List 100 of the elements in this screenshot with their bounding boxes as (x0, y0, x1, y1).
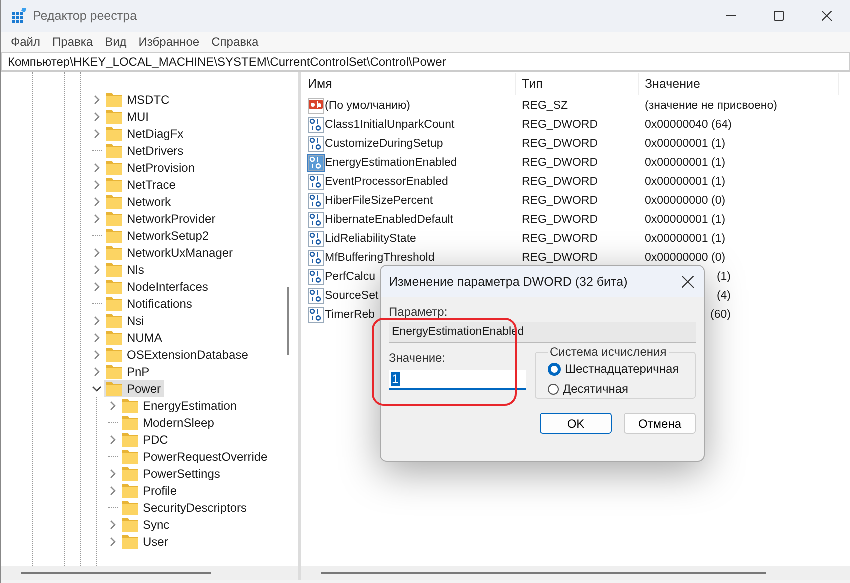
tree-item[interactable]: OSExtensionDatabase (104, 346, 252, 363)
tree-item[interactable]: NUMA (104, 329, 166, 346)
value-type: REG_DWORD (522, 118, 598, 130)
tree-item[interactable]: PDC (120, 431, 172, 448)
chevron-right-icon[interactable] (92, 316, 102, 326)
value-type: REG_DWORD (522, 232, 598, 244)
tree-item[interactable]: EnergyEstimation (120, 397, 240, 414)
dialog-title: Изменение параметра DWORD (32 бита) (389, 274, 628, 288)
radio-button[interactable] (548, 362, 561, 376)
chevron-down-icon[interactable] (92, 384, 102, 394)
value-name[interactable]: SourceSet (325, 290, 379, 302)
value-data: (1) (716, 270, 731, 282)
field-label: Параметр: (389, 305, 449, 319)
value-name[interactable]: HiberFileSizePercent (325, 194, 434, 206)
folder-icon (122, 432, 138, 446)
chevron-right-icon[interactable] (92, 180, 102, 190)
folder-icon (122, 484, 138, 498)
tree-item[interactable]: NetDiagFx (104, 125, 187, 142)
chevron-right-icon[interactable] (108, 400, 118, 410)
tree-item[interactable]: PowerSettings (120, 465, 224, 482)
tree-item[interactable]: Nls (104, 261, 148, 278)
tree-item[interactable]: NetworkProvider (104, 210, 219, 227)
menu-item[interactable]: Справка (206, 35, 265, 49)
folder-icon (106, 314, 122, 328)
menu-item[interactable]: Избранное (132, 35, 206, 49)
folder-icon (106, 382, 122, 396)
column-header[interactable]: Значение (639, 73, 839, 95)
value-data: 0x00000000 (0) (645, 252, 726, 264)
maximize-icon[interactable] (774, 11, 784, 21)
value-name[interactable]: MfBufferingThreshold (325, 252, 435, 264)
value-name[interactable]: EnergyEstimationEnabled (325, 156, 458, 168)
tree-item[interactable]: PnP (104, 363, 153, 380)
cancel-button[interactable]: Отмена (624, 413, 696, 434)
menu-item[interactable]: Вид (99, 35, 133, 49)
chevron-right-icon[interactable] (92, 350, 102, 360)
tree-item[interactable]: Nsi (104, 312, 148, 329)
value-name[interactable]: (По умолчанию) (325, 100, 410, 112)
folder-icon (122, 416, 138, 430)
value-data: 0x00000001 (1) (645, 232, 726, 244)
chevron-right-icon[interactable] (92, 196, 102, 206)
tree-item[interactable]: Profile (120, 482, 180, 499)
menu-item[interactable]: Файл (5, 35, 47, 49)
tree-item[interactable]: MUI (104, 108, 152, 125)
radio-button[interactable] (548, 384, 559, 394)
value-input-field[interactable]: 1 (389, 370, 526, 390)
column-header[interactable]: Тип (516, 73, 639, 95)
value-name[interactable]: HibernateEnabledDefault (325, 214, 454, 226)
tree-item[interactable]: Power (104, 380, 164, 397)
value-name[interactable]: Class1InitialUnparkCount (325, 118, 455, 130)
tree-item[interactable]: NetProvision (104, 159, 198, 176)
chevron-right-icon[interactable] (92, 214, 102, 224)
value-name[interactable]: TimerReb (325, 308, 376, 320)
folder-icon (122, 398, 138, 412)
tree-item[interactable]: NetworkSetup2 (104, 227, 212, 244)
tree-item[interactable]: ModernSleep (120, 414, 218, 431)
chevron-right-icon[interactable] (108, 468, 118, 478)
chevron-right-icon[interactable] (92, 94, 102, 104)
chevron-right-icon[interactable] (92, 128, 102, 138)
chevron-right-icon[interactable] (92, 248, 102, 258)
chevron-right-icon[interactable] (92, 264, 102, 274)
tree-item[interactable]: Notifications (104, 295, 196, 312)
address-bar[interactable]: Компьютер\HKEY_LOCAL_MACHINE\SYSTEM\CurrentControlSet\Control\Power (1, 52, 850, 71)
folder-icon (106, 144, 122, 158)
tree-item[interactable]: PowerRequestOverride (120, 448, 271, 465)
chevron-right-icon[interactable] (92, 282, 102, 292)
value-name[interactable]: PerfCalcu (325, 270, 376, 282)
value-name[interactable]: LidReliabilityState (325, 232, 416, 244)
value-name[interactable]: CustomizeDuringSetup (325, 138, 444, 150)
tree-item[interactable]: NetTrace (104, 176, 179, 193)
tree-item[interactable]: NodeInterfaces (104, 278, 212, 295)
tree-item[interactable]: Network (104, 193, 174, 210)
tree-item[interactable]: User (120, 533, 172, 550)
chevron-right-icon[interactable] (108, 520, 118, 530)
chevron-right-icon[interactable] (92, 332, 102, 342)
value-type: REG_DWORD (522, 194, 598, 206)
radio-label[interactable]: Десятичная (563, 382, 629, 396)
tree-item[interactable]: SecurityDescriptors (120, 499, 250, 516)
close-icon[interactable] (822, 11, 832, 21)
chevron-right-icon[interactable] (92, 162, 102, 172)
value-type: REG_SZ (522, 100, 568, 112)
chevron-right-icon[interactable] (108, 486, 118, 496)
chevron-right-icon[interactable] (108, 536, 118, 546)
tree-item[interactable]: Sync (120, 516, 173, 533)
chevron-right-icon[interactable] (92, 112, 102, 122)
menu-item[interactable]: Правка (46, 35, 100, 49)
field-label: Значение: (389, 351, 447, 365)
close-icon[interactable] (682, 276, 694, 288)
chevron-right-icon[interactable] (92, 366, 102, 376)
tree-item[interactable]: NetDrivers (104, 142, 187, 159)
tree-item[interactable]: MSDTC (104, 91, 173, 108)
window-title: Редактор реестра (33, 9, 138, 23)
group-title: Система исчисления (549, 345, 668, 359)
radio-label[interactable]: Шестнадцатеричная (565, 362, 680, 376)
ok-button[interactable]: OK (540, 413, 612, 434)
value-name[interactable]: EventProcessorEnabled (325, 176, 448, 188)
folder-icon (106, 246, 122, 260)
tree-item[interactable]: NetworkUxManager (104, 244, 236, 261)
value-type: REG_DWORD (522, 156, 598, 168)
column-header[interactable]: Имя (301, 73, 516, 95)
chevron-right-icon[interactable] (108, 434, 118, 444)
